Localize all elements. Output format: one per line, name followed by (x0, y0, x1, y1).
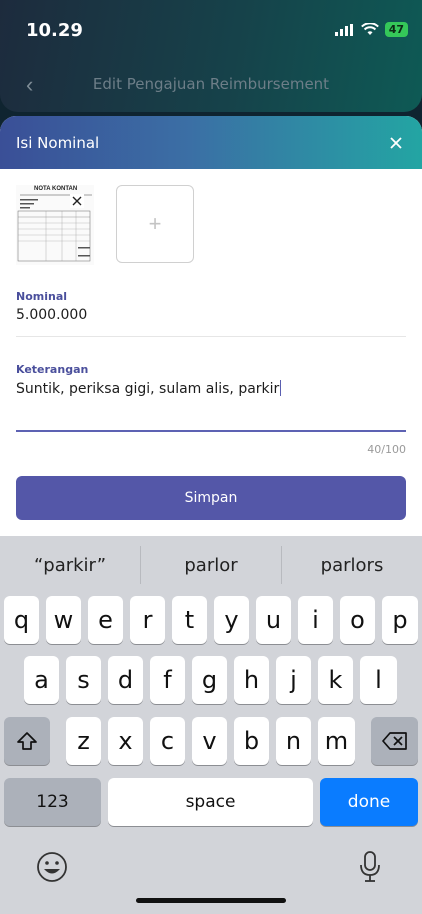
add-attachment-button[interactable]: + (116, 185, 194, 263)
key-z[interactable]: z (66, 717, 101, 765)
home-indicator (136, 898, 286, 903)
key-j[interactable]: j (276, 656, 311, 704)
keyboard: “parkir” parlor parlors q w e r t y u i … (0, 536, 422, 914)
sheet-title: Isi Nominal (16, 133, 100, 152)
key-x[interactable]: x (108, 717, 143, 765)
key-k[interactable]: k (318, 656, 353, 704)
key-p[interactable]: p (382, 596, 418, 644)
key-m[interactable]: m (318, 717, 355, 765)
key-n[interactable]: n (276, 717, 311, 765)
key-i[interactable]: i (298, 596, 333, 644)
close-button[interactable] (386, 133, 406, 153)
receipt-thumbnail[interactable]: NOTA KONTAN (16, 185, 94, 265)
suggestion-item[interactable]: parlor (140, 546, 281, 584)
close-icon (390, 136, 402, 149)
backspace-icon (381, 732, 407, 750)
keterangan-underline (16, 430, 406, 432)
sheet-header: Isi Nominal (0, 116, 422, 169)
attachment-row: NOTA KONTAN + (16, 185, 194, 265)
save-button[interactable]: Simpan (16, 476, 406, 520)
close-icon (72, 196, 82, 206)
key-q[interactable]: q (4, 596, 39, 644)
emoji-icon (37, 852, 67, 882)
key-w[interactable]: w (46, 596, 81, 644)
status-icons: 47 (334, 22, 408, 37)
receipt-title: NOTA KONTAN (34, 186, 78, 192)
wifi-icon (360, 23, 379, 35)
nominal-label: Nominal (16, 290, 68, 303)
key-h[interactable]: h (234, 656, 269, 704)
microphone-icon (360, 851, 380, 882)
suggestion-item[interactable]: parlors (281, 546, 422, 584)
status-time: 10.29 (26, 20, 83, 41)
keterangan-input[interactable]: Suntik, periksa gigi, sulam alis, parkir (16, 380, 282, 397)
signal-icon (334, 23, 353, 36)
text-cursor (280, 380, 282, 396)
character-counter: 40/100 (367, 443, 406, 456)
suggestion-bar: “parkir” parlor parlors (0, 546, 422, 584)
key-l[interactable]: l (360, 656, 397, 704)
key-r[interactable]: r (130, 596, 165, 644)
key-e[interactable]: e (88, 596, 123, 644)
suggestion-item[interactable]: “parkir” (0, 546, 140, 584)
battery-indicator: 47 (384, 22, 408, 37)
page-title: Edit Pengajuan Reimbursement (92, 75, 330, 93)
backspace-key[interactable] (371, 717, 418, 765)
key-f[interactable]: f (150, 656, 185, 704)
key-g[interactable]: g (192, 656, 227, 704)
keterangan-text: Suntik, periksa gigi, sulam alis, parkir (16, 381, 280, 397)
key-c[interactable]: c (150, 717, 185, 765)
key-a[interactable]: a (24, 656, 59, 704)
keterangan-label: Keterangan (16, 363, 89, 376)
key-u[interactable]: u (256, 596, 291, 644)
key-t[interactable]: t (172, 596, 207, 644)
key-v[interactable]: v (192, 717, 227, 765)
key-b[interactable]: b (234, 717, 269, 765)
key-d[interactable]: d (108, 656, 143, 704)
nominal-sheet: Isi Nominal NOTA KONTAN + Nominal 5.000.… (0, 116, 422, 536)
plus-icon: + (148, 211, 162, 236)
shift-icon (17, 732, 37, 750)
remove-attachment-button[interactable] (70, 194, 84, 208)
key-o[interactable]: o (340, 596, 375, 644)
shift-key[interactable] (4, 717, 50, 765)
done-key[interactable]: done (320, 778, 418, 826)
key-s[interactable]: s (66, 656, 101, 704)
nominal-divider (16, 336, 406, 337)
space-key[interactable]: space (108, 778, 313, 826)
dictation-button[interactable] (358, 850, 382, 889)
numbers-key[interactable]: 123 (4, 778, 101, 826)
key-y[interactable]: y (214, 596, 249, 644)
background-header: 10.29 47 ‹ Edit Pengajuan Reimbursement (0, 0, 422, 112)
nominal-input[interactable]: 5.000.000 (16, 307, 87, 323)
emoji-button[interactable] (36, 851, 68, 888)
